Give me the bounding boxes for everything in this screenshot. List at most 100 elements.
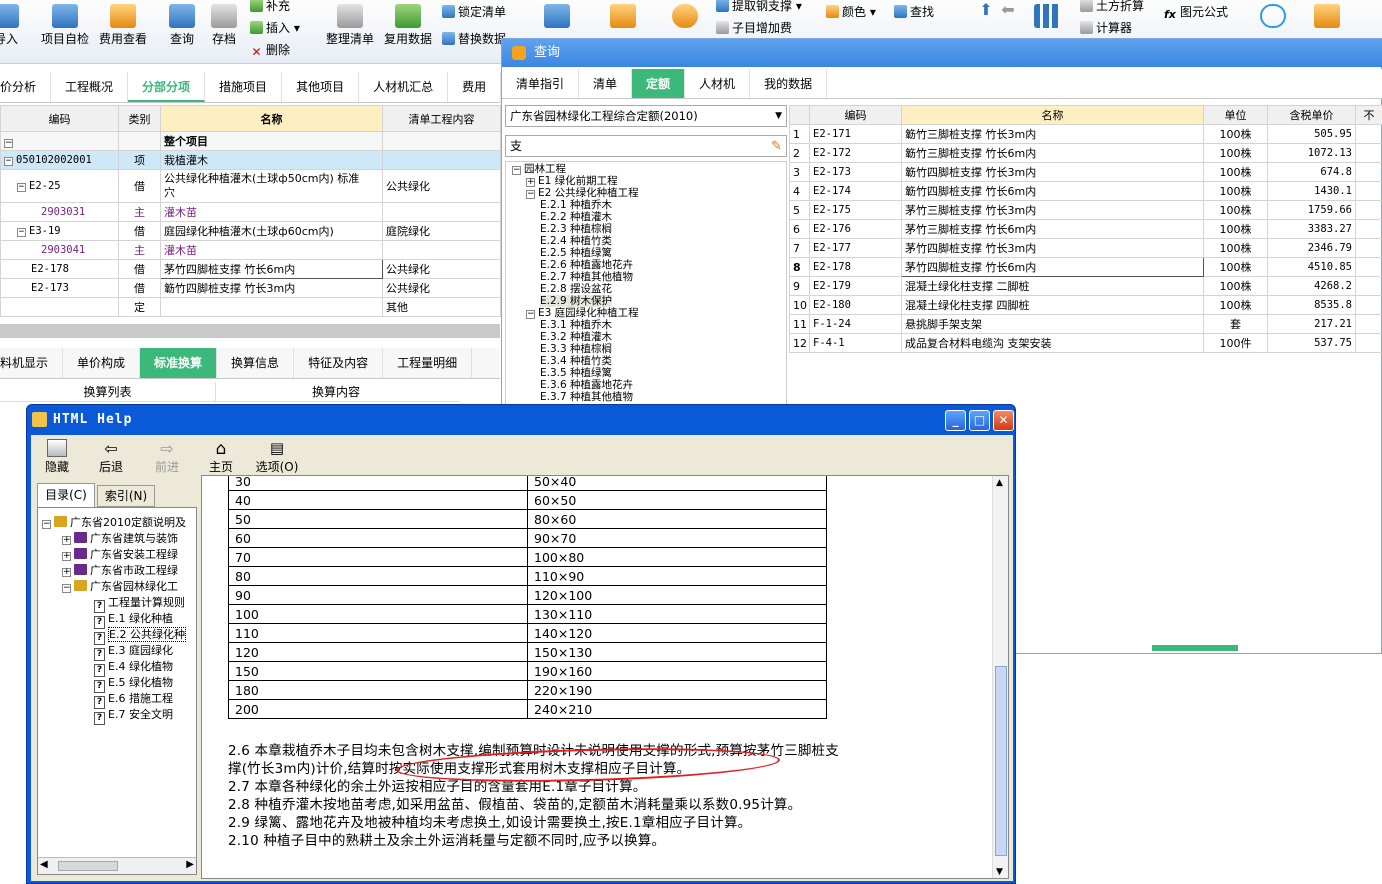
expand-toggle[interactable]: + (62, 552, 71, 561)
expand-toggle[interactable]: − (62, 584, 71, 593)
tab-fees[interactable]: 费用 (448, 72, 502, 102)
tree-node[interactable]: E.2.7 种植其他植物 (540, 271, 633, 283)
tab-sub-items[interactable]: 分部分项 (128, 72, 206, 102)
extract-rebar-button[interactable]: 提取钢支撑 ▾ (716, 0, 802, 14)
table-row[interactable]: 12 F-4-1 成品复合材料电缆沟 支架安装 100件 537.75 (789, 333, 1382, 353)
phone-button[interactable] (1310, 0, 1344, 30)
tab-project-overview[interactable]: 工程概况 (51, 72, 129, 102)
table-row[interactable]: 4 E2-174 簕竹四脚桩支撑 竹长6m内 100株 1430.1 (789, 181, 1382, 201)
expand-toggle[interactable]: − (512, 166, 521, 175)
color-button[interactable]: 颜色 ▾ (826, 3, 876, 20)
cloud-button[interactable] (1256, 0, 1290, 30)
left-arrow-button[interactable]: ⬅ (998, 0, 1018, 19)
expand-toggle[interactable]: + (62, 568, 71, 577)
scroll-up-icon[interactable]: ▲ (996, 478, 1003, 488)
tab-conversion-info[interactable]: 换算信息 (217, 348, 295, 378)
tree-node[interactable]: E.3.7 种植其他植物 (540, 391, 633, 403)
tab-standard-conversion[interactable]: 标准换算 (140, 348, 218, 378)
price-button[interactable] (668, 0, 702, 30)
save-archive-button[interactable]: 存档 (204, 0, 244, 47)
tree-node[interactable]: E.3.2 种植灌木 (540, 331, 612, 343)
reuse-data-button[interactable]: 复用数据 (380, 0, 436, 47)
library-select[interactable]: 广东省园林绿化工程综合定额(2010) ▼ (505, 105, 787, 127)
tree-node[interactable]: − E2 公共绿化种植工程 (526, 187, 639, 199)
table-row[interactable]: 5 E2-175 茅竹三脚桩支撑 竹长3m内 100株 1759.66 (789, 200, 1382, 220)
help-tree-node[interactable]: + 广东省安装工程绿 (62, 546, 178, 562)
supplement-button[interactable]: 补充 (250, 0, 290, 14)
tree-horizontal-scrollbar[interactable]: ◀ ▶ (38, 857, 196, 874)
tab-index[interactable]: 索引(N) (97, 485, 155, 507)
col-type[interactable]: 类别 (118, 105, 161, 132)
tree-node[interactable]: E.2.2 种植灌木 (540, 211, 612, 223)
formula-button[interactable]: fx 图元公式 (1164, 3, 1228, 21)
tab-labor-material-machine[interactable]: 人材机 (685, 69, 751, 98)
tree-node[interactable]: E.3.4 种植竹类 (540, 355, 612, 367)
horizontal-scrollbar[interactable] (0, 324, 500, 338)
subitem-fee-button[interactable]: 子目增加费 (716, 19, 792, 36)
table-row[interactable]: 3 E2-173 簕竹四脚桩支撑 竹长3m内 100株 674.8 (789, 162, 1382, 182)
col-quota-code[interactable]: 编码 (809, 105, 902, 125)
scroll-thumb[interactable] (58, 861, 118, 871)
collapse-toggle[interactable]: − (4, 157, 13, 166)
find-button[interactable]: 查找 (894, 3, 934, 20)
tree-node[interactable]: E.3.3 种植棕榈 (540, 343, 612, 355)
tree-node[interactable]: E.2.6 种植露地花卉 (540, 259, 633, 271)
table-row[interactable]: − E3-19 借 庭园绿化种植灌木(土球ф60cm内) 庭院绿化 (0, 221, 501, 241)
expand-toggle[interactable]: − (526, 190, 535, 199)
help-tree-node[interactable]: − 广东省2010定额说明及 (42, 514, 186, 530)
tab-quota[interactable]: 定额 (632, 69, 686, 98)
table-row[interactable]: E2-173 借 簕竹四脚桩支撑 竹长3m内 公共绿化 (0, 278, 501, 298)
tree-node[interactable]: + E1 绿化前期工程 (526, 175, 618, 187)
collapse-toggle[interactable]: − (4, 138, 13, 148)
expand-toggle[interactable]: + (526, 178, 535, 187)
tab-unit-price[interactable]: 单价构成 (63, 348, 141, 378)
import-button[interactable]: 导入 (0, 0, 20, 47)
tree-node[interactable]: E.2.9 树木保护 (540, 295, 613, 307)
tab-quantity-detail[interactable]: 工程量明细 (383, 348, 473, 378)
col-quota-name[interactable]: 名称 (901, 105, 1204, 125)
tree-node[interactable]: E.2.3 种植棕榈 (540, 223, 612, 235)
delete-button[interactable]: ✕ 删除 (250, 41, 290, 59)
tab-list[interactable]: 清单 (579, 69, 633, 98)
table-row[interactable]: −050102002001 项 栽植灌木 (0, 150, 501, 170)
expand-toggle[interactable]: − (42, 520, 51, 529)
broom-icon[interactable]: ✎ (771, 137, 782, 157)
tab-other-items[interactable]: 其他项目 (282, 72, 360, 102)
tree-node[interactable]: E.2.4 种植竹类 (540, 235, 612, 247)
tidy-list-button[interactable]: 整理清单 (322, 0, 378, 47)
table-row[interactable]: − E2-25 借 公共绿化种植灌木(土球ф50cm内) 标准穴 公共绿化 (0, 169, 501, 203)
table-row[interactable]: 2903031 主 灌木苗 (0, 202, 501, 222)
forward-button[interactable]: ⇨ 前进 (149, 437, 185, 475)
earthwork-button[interactable]: 土方折算 (1080, 0, 1144, 14)
tree-node[interactable]: E.3.6 种植露地花卉 (540, 379, 633, 391)
scroll-right-icon[interactable]: ▶ (186, 859, 194, 870)
calculator-button[interactable]: 计算器 (1080, 19, 1132, 36)
col-quota-unit[interactable]: 单位 (1203, 105, 1268, 125)
tree-node[interactable]: E.3.1 种植乔木 (540, 319, 612, 331)
tree-node[interactable]: E.2.1 种植乔木 (540, 199, 612, 211)
scroll-thumb[interactable] (995, 666, 1007, 856)
search-input[interactable]: 支 ✎ (505, 135, 787, 157)
hide-button[interactable]: 隐藏 (39, 437, 75, 475)
col-quota-more[interactable]: 不 (1355, 105, 1382, 125)
scroll-left-icon[interactable]: ◀ (40, 859, 48, 870)
expand-toggle[interactable]: − (526, 310, 535, 319)
splitter-handle[interactable] (1152, 645, 1238, 651)
help-tree-node[interactable]: ? E.7 安全文明 (82, 706, 173, 725)
help-tree-node[interactable]: − 广东省园林绿化工 (62, 578, 178, 594)
expand-toggle[interactable]: + (62, 536, 71, 545)
insert-button[interactable]: 插入 ▾ (250, 19, 300, 36)
tree-node[interactable]: E.2.5 种植绿篱 (540, 247, 612, 259)
close-button[interactable]: ✕ (993, 410, 1014, 431)
tab-price-analysis[interactable]: 价分析 (0, 72, 52, 102)
maximize-button[interactable]: □ (969, 410, 990, 431)
fee-view-button[interactable]: 费用查看 (96, 0, 150, 47)
tree-node[interactable]: E.3.5 种植绿篱 (540, 367, 612, 379)
query-button[interactable]: 查询 (162, 0, 202, 47)
lock-list-button[interactable]: 锁定清单 (442, 3, 506, 20)
table-row[interactable]: 2903041 主 灌木苗 (0, 240, 501, 260)
sort-button[interactable] (540, 0, 574, 30)
col-content[interactable]: 清单工程内容 (382, 105, 501, 132)
collapse-toggle[interactable]: − (17, 183, 26, 192)
table-row[interactable]: 8 E2-178 茅竹四脚桩支撑 竹长6m内 100株 4510.85 (789, 257, 1382, 277)
